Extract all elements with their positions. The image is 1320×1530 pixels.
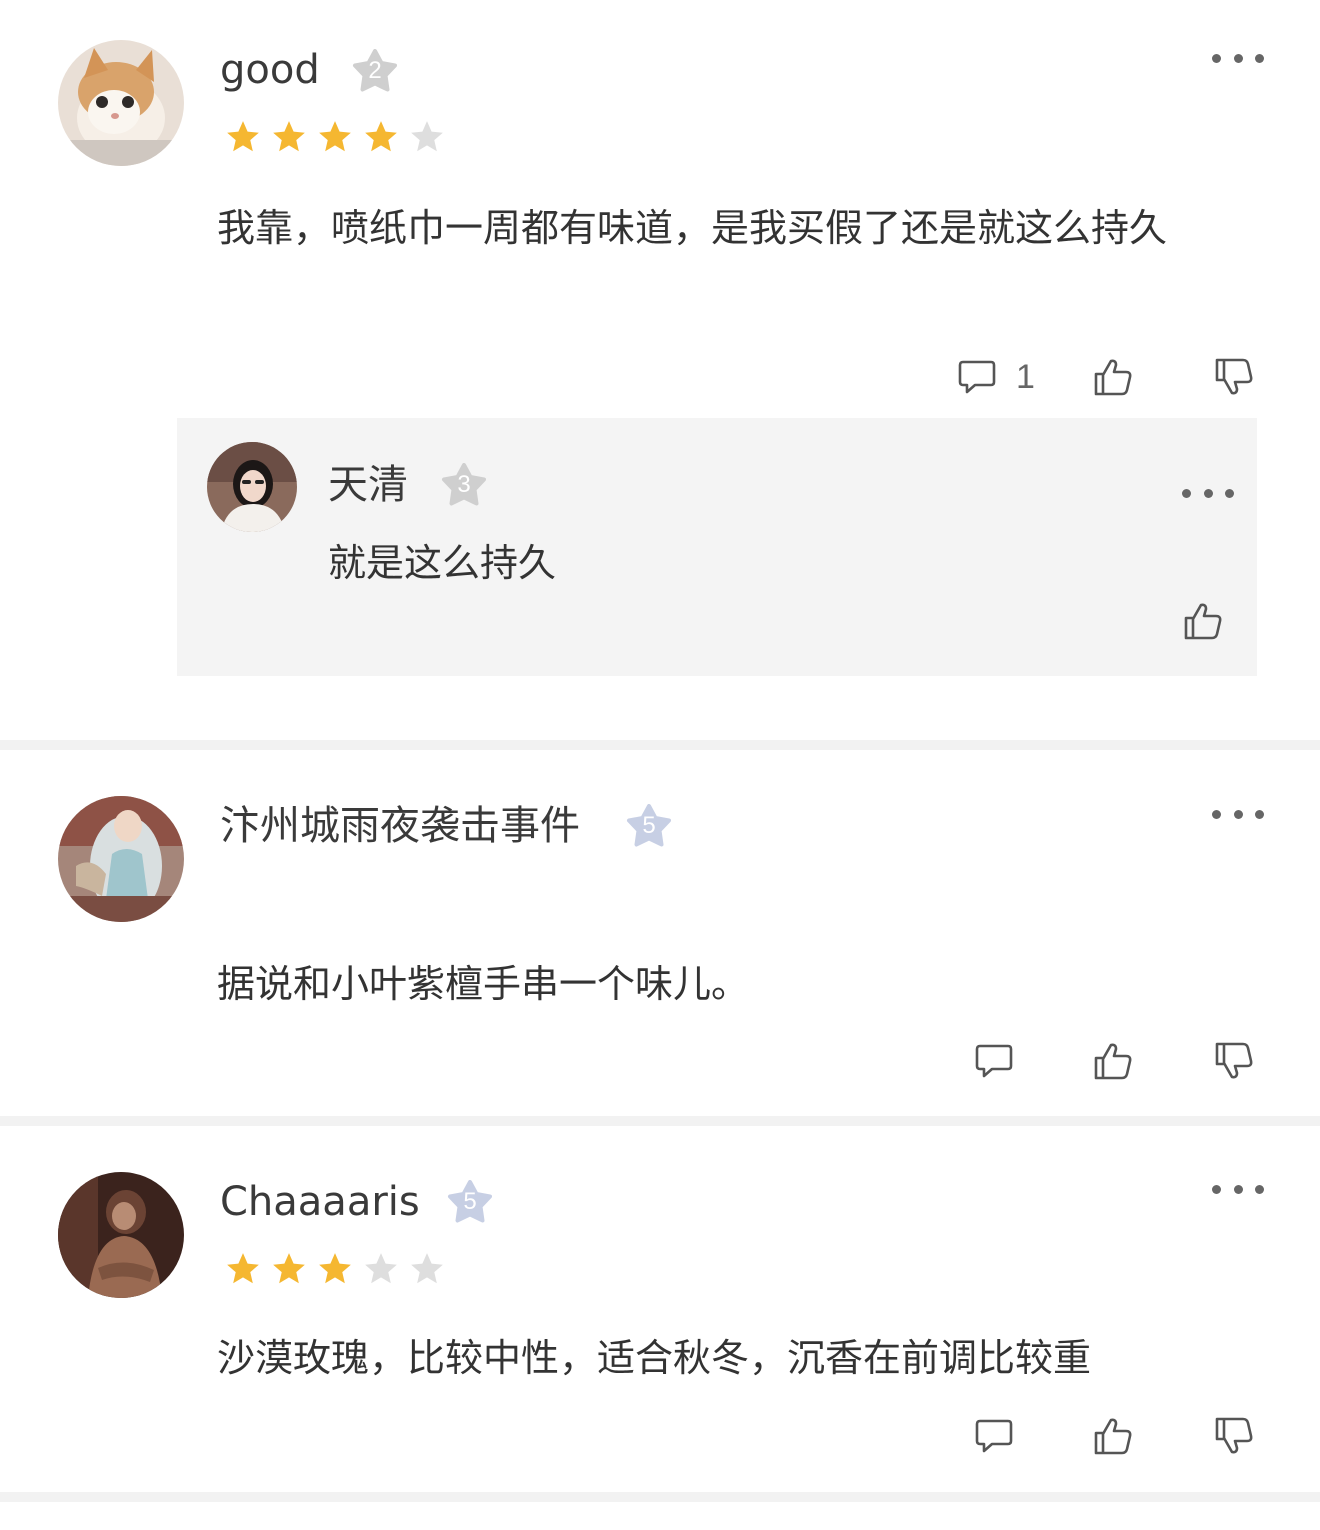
like-button[interactable]: [1092, 1040, 1134, 1082]
comment-text: 我靠，喷纸巾一周都有味道，是我买假了还是就这么持久: [217, 206, 1168, 250]
username[interactable]: good: [220, 50, 320, 90]
more-icon: [1212, 809, 1221, 819]
star-icon: [362, 1250, 400, 1288]
comment-icon: [956, 356, 998, 398]
thumbs-down-icon: [1213, 1040, 1255, 1082]
more-icon: [1182, 488, 1191, 498]
more-button[interactable]: [1212, 43, 1264, 73]
comment-feed: good 2 我靠，喷纸巾一周都有味道，是我买假了还是就这么持久 1 天清 3 …: [0, 0, 1320, 1530]
thumbs-down-icon: [1213, 1415, 1255, 1457]
section-divider: [0, 740, 1320, 750]
thumbs-up-icon: [1182, 600, 1224, 642]
avatar[interactable]: [58, 1172, 184, 1298]
dislike-button[interactable]: [1213, 1415, 1255, 1457]
thumbs-up-icon: [1092, 1415, 1134, 1457]
level-badge-icon: 2: [352, 49, 398, 95]
star-icon: [408, 118, 446, 156]
reply-avatar[interactable]: [207, 442, 297, 532]
level-badge-icon: 5: [447, 1180, 493, 1226]
level-number: 2: [368, 57, 382, 84]
comment-icon: [973, 1415, 1015, 1457]
thumbs-down-icon: [1213, 356, 1255, 398]
star-rating: [224, 1250, 446, 1288]
comment-text: 沙漠玫瑰，比较中性，适合秋冬，沉香在前调比较重: [217, 1336, 1092, 1380]
thumbs-up-icon: [1092, 356, 1134, 398]
comment-icon: [973, 1040, 1015, 1082]
star-icon: [224, 118, 262, 156]
level-number: 5: [463, 1188, 477, 1215]
dislike-button[interactable]: [1213, 356, 1255, 398]
section-divider: [0, 1492, 1320, 1502]
more-icon: [1212, 53, 1221, 63]
reply-button[interactable]: 1: [956, 356, 1035, 398]
username[interactable]: Chaaaaris: [220, 1182, 420, 1222]
star-icon: [224, 1250, 262, 1288]
star-rating: [224, 118, 446, 156]
level-number: 3: [457, 471, 471, 498]
thumbs-up-icon: [1092, 1040, 1134, 1082]
reply-username[interactable]: 天清: [328, 465, 408, 505]
star-icon: [270, 118, 308, 156]
username[interactable]: 汴州城雨夜袭击事件: [220, 806, 580, 846]
avatar[interactable]: [58, 40, 184, 166]
avatar[interactable]: [58, 796, 184, 922]
star-icon: [316, 118, 354, 156]
like-button[interactable]: [1092, 1415, 1134, 1457]
star-icon: [408, 1250, 446, 1288]
star-icon: [316, 1250, 354, 1288]
dislike-button[interactable]: [1213, 1040, 1255, 1082]
comment-text: 据说和小叶紫檀手串一个味儿。: [217, 962, 750, 1006]
section-divider: [0, 1116, 1320, 1126]
reply-more-button[interactable]: [1182, 478, 1234, 508]
reply-like-button[interactable]: [1182, 600, 1224, 642]
reply-button[interactable]: [973, 1415, 1015, 1457]
star-icon: [362, 118, 400, 156]
level-badge-icon: 5: [626, 804, 672, 850]
more-button[interactable]: [1212, 799, 1264, 829]
star-icon: [270, 1250, 308, 1288]
reply-count: 1: [1016, 357, 1035, 396]
reply-button[interactable]: [973, 1040, 1015, 1082]
level-number: 5: [642, 812, 656, 839]
more-button[interactable]: [1212, 1174, 1264, 1204]
more-icon: [1212, 1184, 1221, 1194]
like-button[interactable]: [1092, 356, 1134, 398]
reply-text: 就是这么持久: [328, 541, 557, 585]
level-badge-icon: 3: [441, 463, 487, 509]
